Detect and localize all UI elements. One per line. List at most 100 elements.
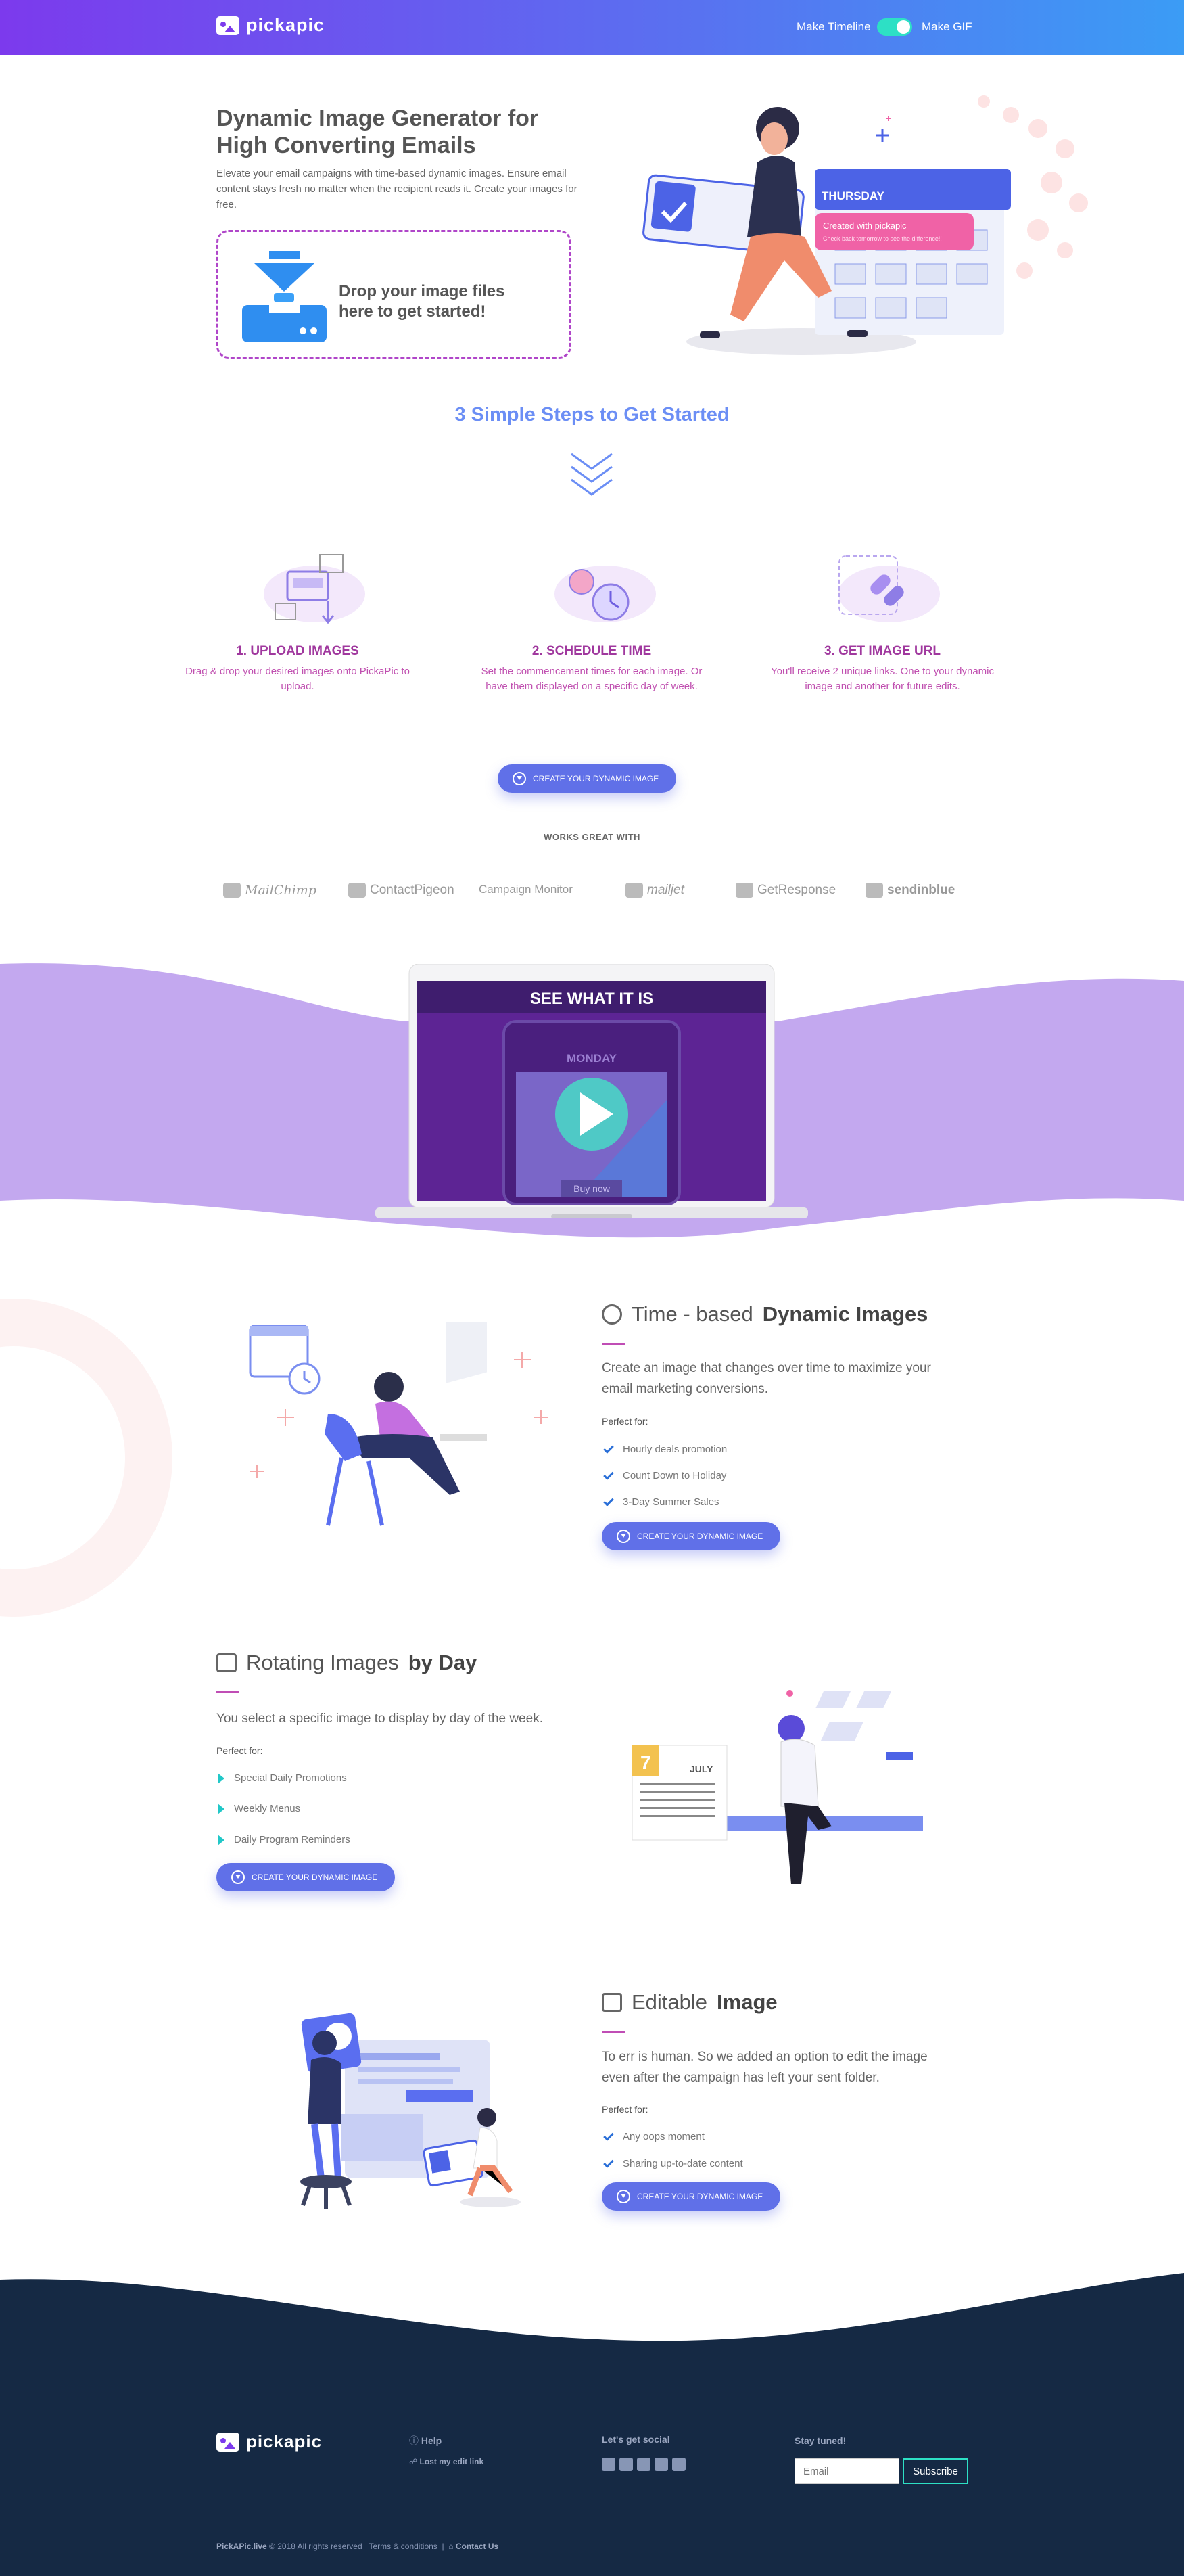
check-icon xyxy=(603,1442,614,1454)
terms-link[interactable]: Terms & conditions xyxy=(369,2542,437,2551)
editable-text: To err is human. So we added an option t… xyxy=(602,2050,928,2085)
youtube-icon[interactable] xyxy=(672,2458,686,2471)
brand-label: MailChimp xyxy=(245,883,316,898)
footer-background xyxy=(0,2273,1184,2576)
upload-images-icon xyxy=(264,554,365,624)
linkedin-icon[interactable] xyxy=(637,2458,650,2471)
envelope-icon xyxy=(736,883,753,898)
rotating-illustration: 7 JULY xyxy=(632,1690,923,1884)
create-image-button[interactable]: CREATE YOUR DYNAMIC IMAGE xyxy=(498,764,677,793)
editable-illustration xyxy=(300,2013,521,2209)
check-icon xyxy=(603,1469,614,1480)
brand-contactpigeon: ContactPigeon xyxy=(348,883,454,898)
download-circle-icon xyxy=(617,1530,630,1543)
step-upload: 1. UPLOAD IMAGES Drag & drop your desire… xyxy=(176,644,419,694)
email-field[interactable] xyxy=(795,2458,899,2484)
step-text: Drag & drop your desired images onto Pic… xyxy=(185,666,410,692)
brand-label: GetResponse xyxy=(757,883,836,897)
brand-label: mailjet xyxy=(647,883,684,897)
brand-getresponse: GetResponse xyxy=(736,883,836,898)
twitter-icon[interactable] xyxy=(619,2458,633,2471)
list-item: 3-Day Summer Sales xyxy=(603,1495,719,1508)
step-schedule: 2. SCHEDULE TIME Set the commencement ti… xyxy=(470,644,713,694)
lost-link[interactable]: ☍ Lost my edit link xyxy=(409,2457,483,2466)
toggle-label-timeline[interactable]: Make Timeline xyxy=(797,20,871,34)
facebook-icon[interactable] xyxy=(602,2458,615,2471)
brand-sendinblue: sendinblue xyxy=(866,883,955,898)
image-dropzone[interactable]: Drop your image files here to get starte… xyxy=(216,230,571,359)
brand-name: pickapic xyxy=(246,15,325,35)
heading-bold: by Day xyxy=(408,1651,477,1674)
brand-logo[interactable]: pickapic xyxy=(216,15,325,36)
heading-light: Time - based xyxy=(632,1302,753,1326)
list-item-text: Daily Program Reminders xyxy=(234,1834,350,1845)
logo-icon xyxy=(216,2432,239,2452)
calendar-day-label: THURSDAY xyxy=(822,189,885,202)
hero-illustration: THURSDAY Created with pickapic Check bac… xyxy=(642,95,1088,355)
decor-ring xyxy=(0,1299,172,1617)
list-item-text: Any oops moment xyxy=(623,2131,705,2142)
steps-title: 3 Simple Steps to Get Started xyxy=(454,404,730,426)
step-title: 1. UPLOAD IMAGES xyxy=(236,644,359,658)
copyright-line: PickAPic.live © 2018 All rights reserved… xyxy=(216,2542,499,2551)
edit-icon xyxy=(602,1993,622,2012)
contact-link[interactable]: Contact Us xyxy=(456,2542,498,2551)
toggle-knob xyxy=(897,20,910,34)
screen-day: MONDAY xyxy=(567,1052,617,1065)
button-label: CREATE YOUR DYNAMIC IMAGE xyxy=(252,1872,378,1882)
mailchimp-icon xyxy=(223,883,241,898)
hero-title: Dynamic Image Generator for High Convert… xyxy=(216,106,539,158)
calendar-month: JULY xyxy=(690,1764,713,1774)
list-item: Sharing up-to-date content xyxy=(603,2157,743,2169)
list-item: Hourly deals promotion xyxy=(603,1442,728,1455)
logo-icon xyxy=(216,16,239,35)
time-based-illustration xyxy=(249,1322,548,1526)
button-label: CREATE YOUR DYNAMIC IMAGE xyxy=(637,1532,763,1541)
subscribe-button[interactable]: Subscribe xyxy=(903,2458,968,2484)
brand-mailchimp: MailChimp xyxy=(223,883,316,898)
time-based-heading: Time - based Dynamic Images xyxy=(602,1302,928,1327)
list-item: Any oops moment xyxy=(603,2130,705,2142)
list-item: Special Daily Promotions xyxy=(218,1772,347,1784)
list-item-text: Weekly Menus xyxy=(234,1803,301,1814)
time-based-text: Create an image that changes over time t… xyxy=(602,1361,931,1396)
paper-plane-icon xyxy=(625,883,643,898)
check-icon xyxy=(603,2130,614,2141)
screen-buy-button: Buy now xyxy=(573,1183,611,1194)
instagram-icon[interactable] xyxy=(655,2458,668,2471)
list-item-text: Special Daily Promotions xyxy=(234,1772,347,1784)
mode-toggle[interactable] xyxy=(877,18,912,36)
social-links xyxy=(602,2458,690,2474)
heading-underline xyxy=(216,1691,239,1693)
heading-light: Rotating Images xyxy=(246,1651,399,1674)
step-text: You'll receive 2 unique links. One to yo… xyxy=(771,666,994,692)
button-label: CREATE YOUR DYNAMIC IMAGE xyxy=(637,2192,763,2201)
badge-sub-text: Check back tomorrow to see the differenc… xyxy=(823,235,942,242)
footer-logo[interactable]: pickapic xyxy=(216,2431,322,2452)
heading-light: Editable xyxy=(632,1990,708,2014)
help-link[interactable]: ⓘ Help xyxy=(409,2434,442,2447)
download-circle-icon xyxy=(617,2190,630,2203)
create-image-button[interactable]: CREATE YOUR DYNAMIC IMAGE xyxy=(216,1863,396,1891)
button-label: CREATE YOUR DYNAMIC IMAGE xyxy=(533,774,659,783)
laptop-video-player[interactable]: SEE WHAT IT IS MONDAY Buy now xyxy=(375,964,808,1231)
heading-bold: Dynamic Images xyxy=(762,1302,928,1326)
pigeon-icon xyxy=(348,883,366,898)
brand-label: sendinblue xyxy=(887,883,955,897)
brand-campaign-monitor: Campaign Monitor xyxy=(479,883,573,896)
step-text: Set the commencement times for each imag… xyxy=(481,666,703,692)
create-image-button[interactable]: CREATE YOUR DYNAMIC IMAGE xyxy=(602,1522,781,1550)
home-icon: ⌂ xyxy=(448,2542,454,2551)
create-image-button[interactable]: CREATE YOUR DYNAMIC IMAGE xyxy=(602,2182,781,2211)
list-item-text: Hourly deals promotion xyxy=(623,1444,728,1455)
brand-label: ContactPigeon xyxy=(370,883,454,897)
list-item: Daily Program Reminders xyxy=(218,1834,350,1845)
editable-heading: Editable Image xyxy=(602,1990,778,2015)
list-item-text: Count Down to Holiday xyxy=(623,1470,727,1481)
rotating-text: You select a specific image to display b… xyxy=(216,1711,544,1726)
dropzone-text: Drop your image files here to get starte… xyxy=(339,282,505,321)
rotating-heading: Rotating Images by Day xyxy=(216,1651,477,1675)
works-with-label: WORKS GREAT WITH xyxy=(544,832,640,842)
toggle-label-gif[interactable]: Make GIF xyxy=(922,20,972,34)
chevrons-down-icon xyxy=(571,453,613,496)
